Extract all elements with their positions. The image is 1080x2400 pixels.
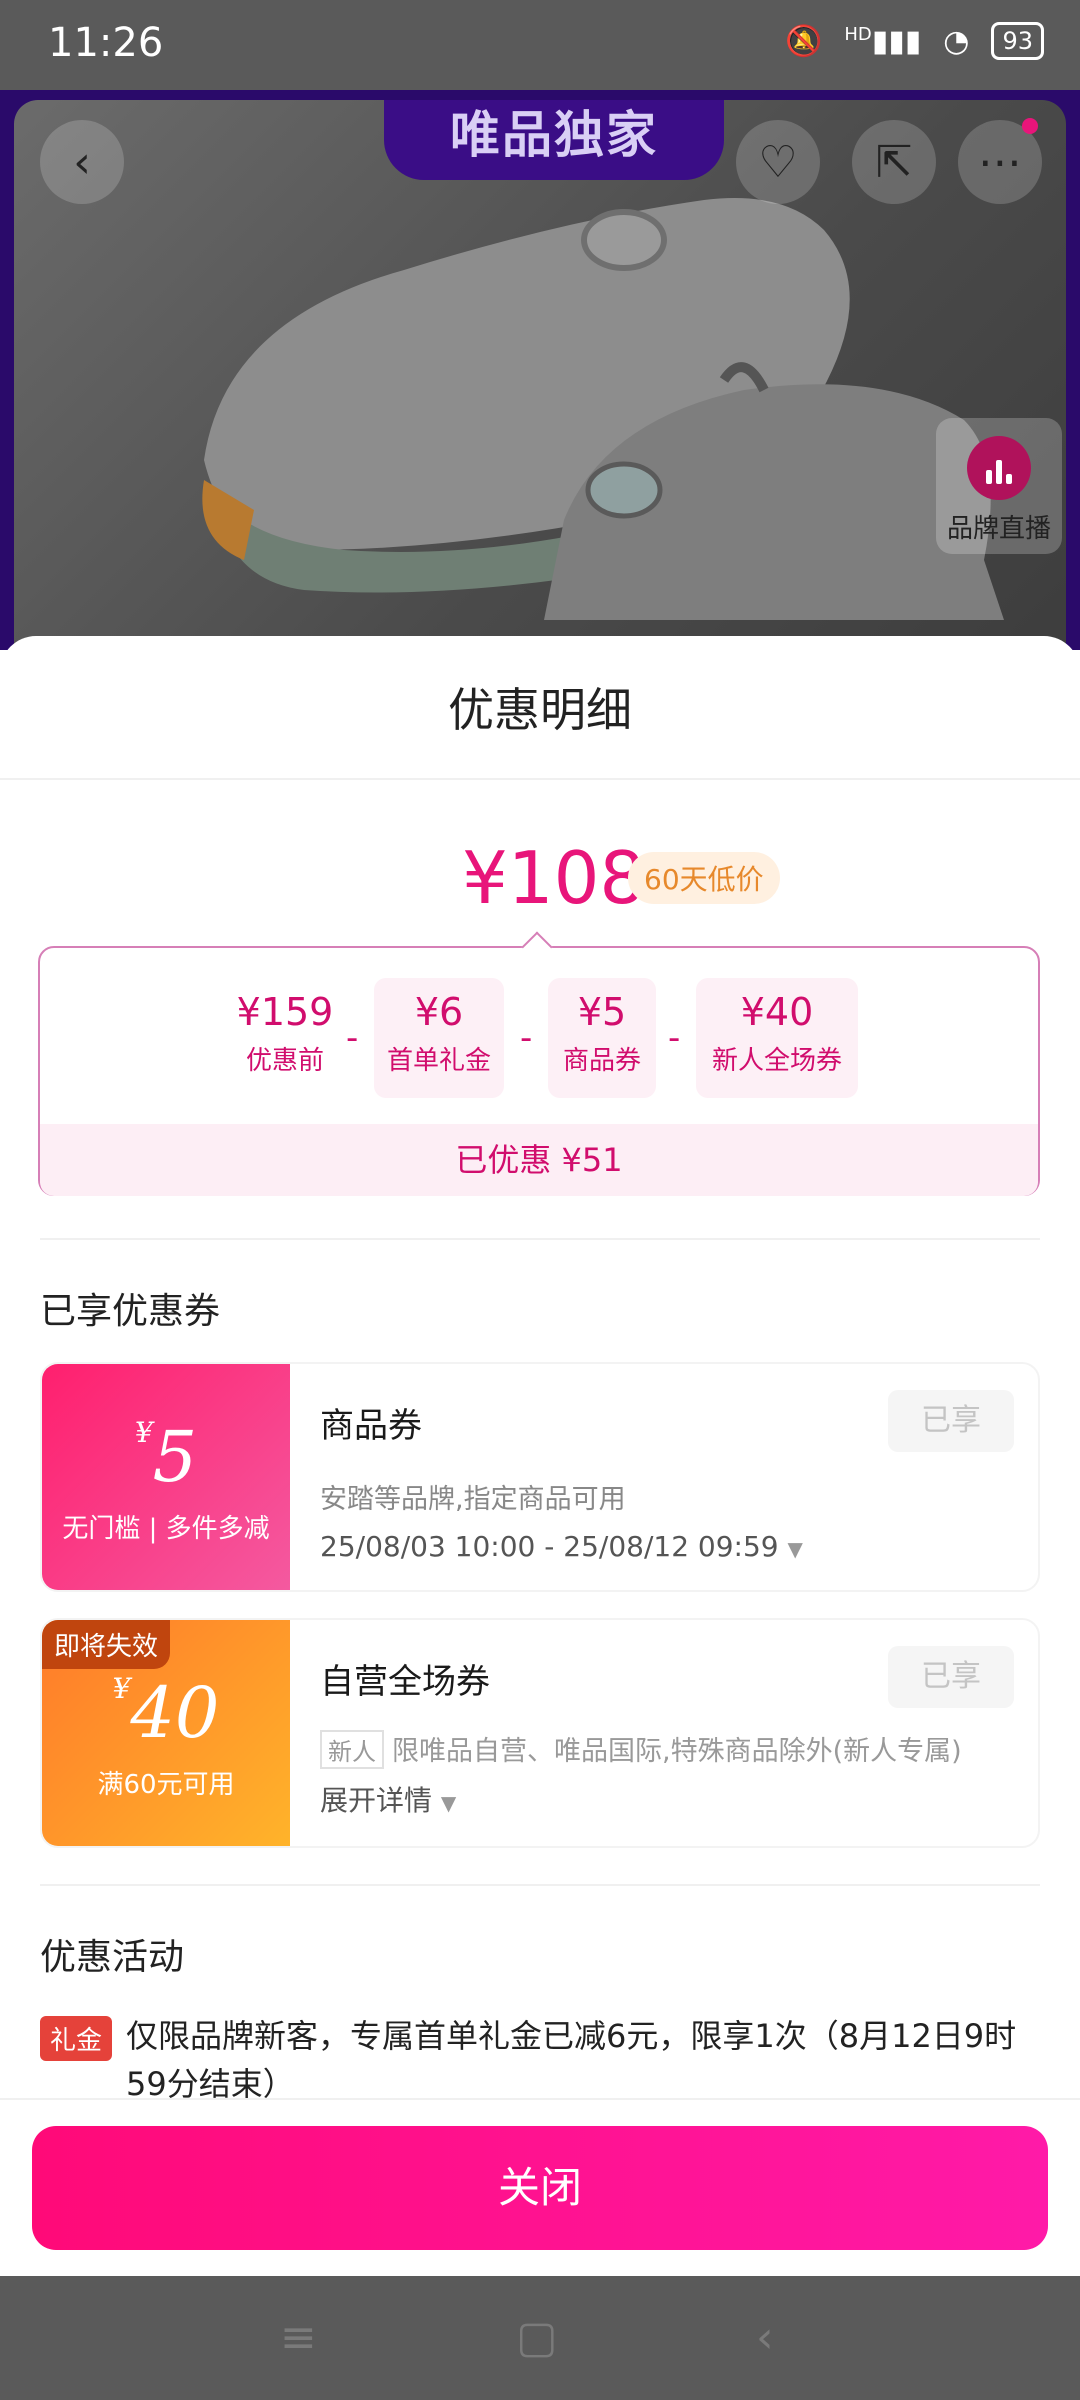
coupon-details: 自营全场券 新人 限唯品自营、唯品国际,特殊商品除外(新人专属) 展开详情 ▼ xyxy=(320,1620,962,1819)
divider xyxy=(0,2098,1080,2100)
expand-details[interactable]: 展开详情 ▼ xyxy=(320,1779,962,1819)
back-nav-icon[interactable]: ‹ xyxy=(756,2312,774,2363)
coupon-amount: 40 xyxy=(130,1672,220,1754)
heart-plus-icon: ♡ xyxy=(758,136,798,188)
product-image: 唯品独家 ‹ ♡ ⇱ ⋯ 品牌直播 xyxy=(14,100,1066,660)
divider xyxy=(40,1884,1040,1886)
coupon-details: 商品券 安踏等品牌,指定商品可用 25/08/03 10:00 - 25/08/… xyxy=(320,1364,803,1563)
signal-icon: HD▮▮▮ xyxy=(844,23,922,59)
sheet-title: 优惠明细 xyxy=(448,683,632,737)
caret-down-icon: ▼ xyxy=(787,1537,803,1561)
breakdown-new-user-coupon: ¥40 新人全场券 xyxy=(696,978,858,1098)
activities-section-title: 优惠活动 xyxy=(40,1937,185,1978)
home-icon[interactable]: ▢ xyxy=(516,2312,558,2363)
coupons-section-title: 已享优惠券 xyxy=(40,1291,221,1332)
coupon-name: 自营全场券 xyxy=(320,1662,490,1702)
discount-detail-sheet: 优惠明细 ¥108 60天低价 ¥159 优惠前 - ¥6 首单礼金 - ¥5 … xyxy=(0,636,1080,2276)
divider xyxy=(40,1238,1040,1240)
minus-sign: - xyxy=(520,1018,533,1058)
breakdown-product-coupon: ¥5 商品券 xyxy=(548,978,656,1098)
coupon-description: 新人 限唯品自营、唯品国际,特殊商品除外(新人专属) xyxy=(320,1729,962,1769)
close-button[interactable]: 关闭 xyxy=(32,2126,1048,2250)
favorite-button[interactable]: ♡ xyxy=(736,120,820,204)
expiring-badge: 即将失效 xyxy=(42,1620,171,1669)
coupon-condition: 满60元可用 xyxy=(97,1770,235,1800)
new-user-tag: 新人 xyxy=(320,1730,384,1769)
gift-tag: 礼金 xyxy=(40,2016,113,2061)
battery-icon: 93 xyxy=(991,22,1044,60)
exclusive-banner: 唯品独家 xyxy=(384,100,724,180)
minus-sign: - xyxy=(346,1018,359,1058)
sheet-footer: 关闭 xyxy=(0,2098,1080,2278)
coupon-description: 安踏等品牌,指定商品可用 xyxy=(320,1484,626,1515)
coupon-validity[interactable]: 25/08/03 10:00 - 25/08/12 09:59 ▼ xyxy=(320,1530,803,1563)
caret-down-icon: ▼ xyxy=(440,1791,457,1815)
coupon-card: ¥40 满60元可用 即将失效 自营全场券 新人 限唯品自营、唯品国际,特殊商品除… xyxy=(40,1618,1040,1848)
chevron-left-icon: ‹ xyxy=(73,136,91,188)
coupon-status: 已享 xyxy=(888,1646,1014,1708)
product-hero: 唯品独家 ‹ ♡ ⇱ ⋯ 品牌直播 xyxy=(0,90,1080,660)
coupon-amount: 5 xyxy=(152,1416,198,1498)
brand-live-label: 品牌直播 xyxy=(946,514,1051,544)
price-breakdown: ¥159 优惠前 - ¥6 首单礼金 - ¥5 商品券 - ¥40 新人全场券 … xyxy=(38,946,1040,1196)
menu-icon[interactable]: ≡ xyxy=(280,2312,317,2363)
mute-icon: 🔕 xyxy=(784,23,823,59)
brand-live-button[interactable]: 品牌直播 xyxy=(936,418,1062,554)
coupon-name: 商品券 xyxy=(320,1406,422,1446)
coupon-condition: 无门槛 | 多件多减 xyxy=(62,1514,270,1544)
share-icon: ⇱ xyxy=(875,136,913,188)
currency-symbol: ¥ xyxy=(134,1416,153,1449)
live-icon xyxy=(967,436,1031,500)
notification-dot xyxy=(1022,118,1038,134)
minus-sign: - xyxy=(668,1018,681,1058)
wifi-icon: ◔ xyxy=(943,23,970,59)
shoe-image xyxy=(202,198,1004,620)
final-price: ¥108 xyxy=(462,836,646,920)
divider xyxy=(0,778,1080,780)
breakdown-original: ¥159 优惠前 xyxy=(236,990,334,1076)
currency-symbol: ¥ xyxy=(112,1672,131,1705)
coupon-card: ¥5 无门槛 | 多件多减 商品券 安踏等品牌,指定商品可用 25/08/03 … xyxy=(40,1362,1040,1592)
breakdown-gift: ¥6 首单礼金 xyxy=(374,978,504,1098)
saved-amount: 已优惠 ¥51 xyxy=(40,1124,1038,1196)
status-icons: 🔕 HD▮▮▮ ◔ 93 xyxy=(785,22,1044,60)
activity-description: 仅限品牌新客，专属首单礼金已减6元，限享1次（8月12日9时59分结束） xyxy=(126,2017,1017,2103)
coupon-status: 已享 xyxy=(888,1390,1014,1452)
status-time: 11:26 xyxy=(48,20,164,66)
navigation-bar: ≡ ▢ ‹ xyxy=(0,2276,1080,2400)
price-tag: 60天低价 xyxy=(628,852,780,904)
coupon-value-panel: ¥5 无门槛 | 多件多减 xyxy=(42,1364,290,1590)
back-button[interactable]: ‹ xyxy=(40,120,124,204)
status-bar: 11:26 🔕 HD▮▮▮ ◔ 93 xyxy=(0,0,1080,90)
share-button[interactable]: ⇱ xyxy=(852,120,936,204)
more-icon: ⋯ xyxy=(978,136,1022,188)
